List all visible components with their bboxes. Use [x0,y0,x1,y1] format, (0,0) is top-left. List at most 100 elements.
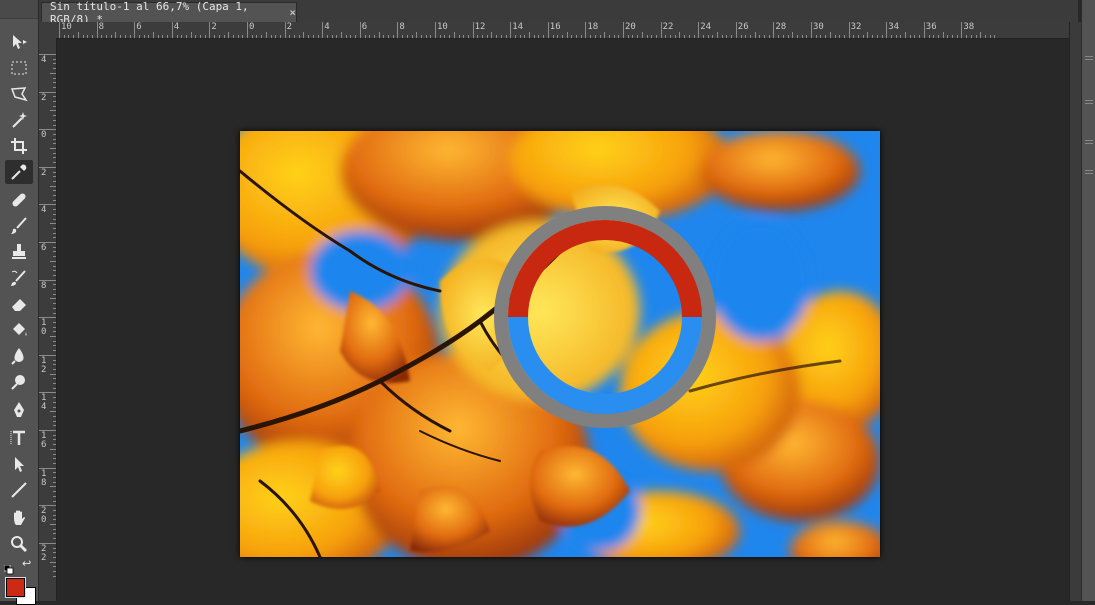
ruler-tick [270,35,272,38]
ruler-tick [721,35,723,38]
ruler-tick [590,35,592,38]
close-icon[interactable]: × [289,6,296,19]
ruler-label: 4 [41,55,47,65]
foreground-color-swatch[interactable] [5,577,26,598]
blur-tool-icon[interactable] [5,344,33,368]
ruler-tick [665,35,667,38]
ruler-tick [53,115,56,117]
ruler-tick [552,35,554,38]
ruler-tick [331,35,333,38]
ruler-tick [453,32,455,38]
ruler-tick [872,35,874,38]
ruler-tick [547,22,549,38]
ruler-label: 6 [136,22,142,32]
dodge-tool-icon[interactable] [5,370,33,394]
ruler-tick [200,35,201,38]
tools-panel-grip[interactable] [0,0,38,19]
type-tool-icon[interactable] [5,426,33,450]
ruler-tick [416,32,418,38]
history-brush-tool-icon[interactable] [5,266,33,290]
crop-tool-icon[interactable] [5,134,33,158]
line-tool-icon[interactable] [5,478,33,502]
color-swatches [4,576,36,605]
ruler-label: 14 [512,22,524,32]
ruler-tick [53,246,56,248]
ruler-tick [53,270,56,272]
ruler-tick [439,35,441,38]
hand-tool-icon[interactable] [5,506,33,530]
eyedropper-tool-icon[interactable] [5,160,33,184]
ruler-tick [467,35,469,38]
ruler-tick [53,331,56,333]
ruler-origin[interactable] [39,22,57,39]
ruler-tick [660,22,662,38]
ruler-tick [787,35,789,38]
ruler-tick [890,35,892,38]
ruler-tick [834,35,836,38]
ruler-tick [53,77,56,79]
clone-stamp-tool-icon[interactable] [5,240,33,264]
ruler-label: 2 [41,167,47,178]
ruler-tick [543,35,545,38]
ruler-tick [91,35,93,38]
ruler-tick [811,22,812,38]
ruler-tick [392,35,394,38]
ruler-tick [641,32,643,38]
healing-brush-tool-icon[interactable] [5,188,33,212]
ruler-tick [157,35,159,38]
ruler-tick [223,35,225,38]
eyedropper-sampling-ring [494,206,716,428]
ruler-tick [942,32,944,38]
ruler-tick [214,35,216,38]
document-tab[interactable]: Sin título-1 al 66,7% (Capa 1, RGB/8) * … [41,0,297,26]
ruler-label: 8 [41,280,47,291]
ruler-tick [970,35,972,38]
ruler-tick [839,35,841,38]
default-colors-icon[interactable] [3,560,14,575]
brush-tool-icon[interactable] [5,214,33,238]
ruler-tick [53,566,56,568]
vertical-ruler[interactable]: 4 2 0 2 4 6 8 10 12 14 16 18 20 22 [39,38,57,601]
ruler-tick [53,556,56,558]
move-tool-icon[interactable] [5,30,33,54]
ruler-tick [933,35,935,38]
ruler-tick [53,387,56,389]
ruler-tick [242,35,244,38]
ruler-tick [50,561,56,563]
ruler-tick [50,110,56,112]
swap-colors-icon[interactable]: ↩ [22,558,34,570]
ruler-tick [53,326,56,328]
ruler-tick [124,35,126,38]
ruler-tick [994,35,996,38]
ruler-tick [674,35,676,38]
ruler-tick [529,32,530,38]
ruler-tick [876,35,878,38]
horizontal-ruler[interactable]: 10 8 6 4 2 0 2 4 6 8 10 12 14 16 18 20 22 24 26 28 30 32 34 36 3… [56,22,1069,39]
ruler-tick [383,35,385,38]
marquee-tool-icon[interactable] [5,56,33,80]
ruler-tick [989,35,991,38]
ruler-tick [39,242,56,243]
ruler-tick [858,35,859,38]
ruler-label: 14 [41,393,47,413]
path-selection-tool-icon[interactable] [5,452,33,476]
ruler-tick [53,274,56,276]
pen-tool-icon[interactable] [5,398,33,422]
ruler-tick [53,133,56,135]
ruler-label: 8 [399,22,405,32]
collapsed-panels-dock[interactable] [1081,0,1095,601]
zoom-tool-icon[interactable] [5,532,33,556]
ruler-tick [50,72,56,74]
ruler-tick [53,256,56,258]
paint-bucket-tool-icon[interactable] [5,318,33,342]
ruler-label: 30 [813,22,824,32]
ruler-tick [53,312,56,314]
ruler-tick [50,524,56,525]
magic-wand-tool-icon[interactable] [5,108,33,132]
lasso-tool-icon[interactable] [5,82,33,106]
ruler-tick [317,35,319,38]
eraser-tool-icon[interactable] [5,292,33,316]
ruler-tick [101,35,103,38]
document-image[interactable] [240,131,880,557]
ruler-tick [406,35,408,38]
